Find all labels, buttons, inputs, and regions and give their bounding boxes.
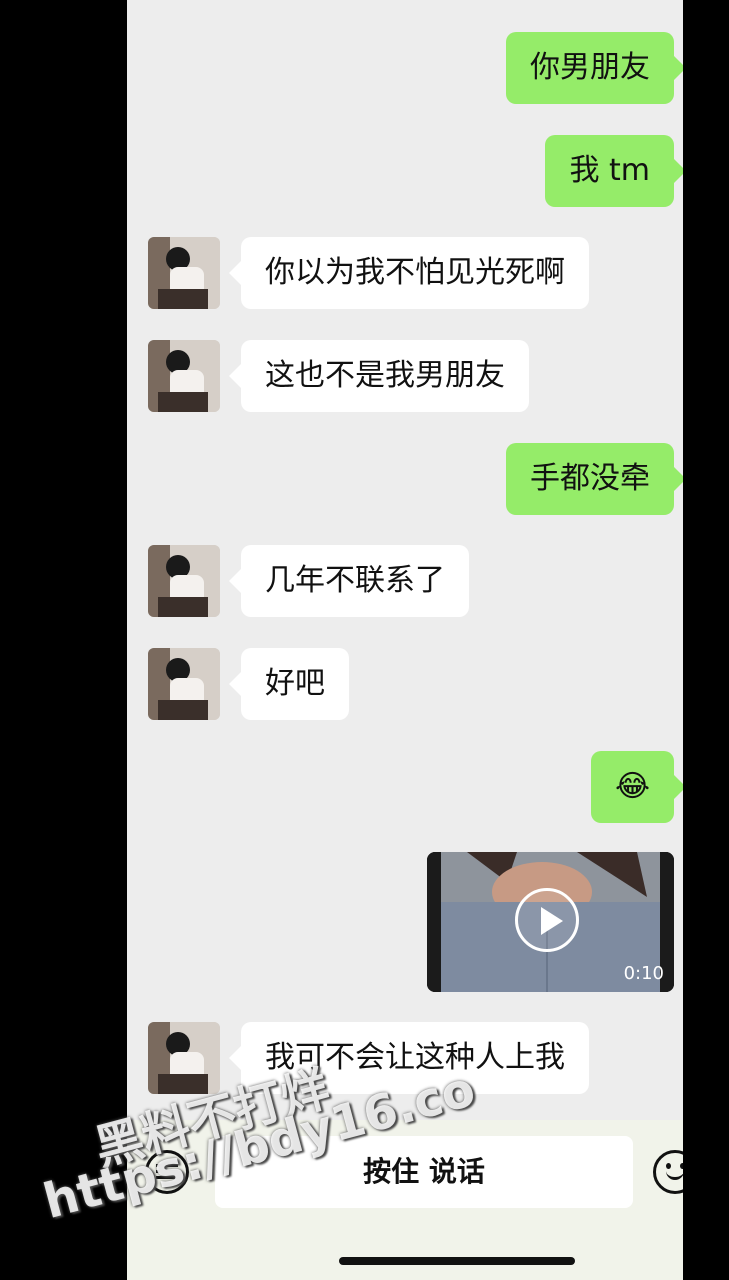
avatar[interactable]	[148, 648, 220, 720]
avatar[interactable]	[148, 237, 220, 309]
message-bubble-outgoing[interactable]: 手都没牵	[506, 443, 683, 515]
message-bubble-outgoing[interactable]: 我 tm	[545, 135, 683, 207]
home-indicator[interactable]	[339, 1257, 575, 1265]
video-message[interactable]: 0:10	[427, 852, 674, 992]
emoji-message-bubble[interactable]: 😂	[590, 751, 683, 823]
video-duration: 0:10	[623, 963, 664, 984]
message-bubble-incoming[interactable]: 几年不联系了	[229, 545, 469, 617]
message-bubble-incoming[interactable]: 好吧	[229, 648, 349, 720]
emoji-icon[interactable]	[653, 1150, 683, 1194]
play-icon[interactable]	[515, 888, 579, 952]
message-bubble-outgoing[interactable]: 你男朋友	[506, 32, 683, 104]
message-bubble-incoming[interactable]: 这也不是我男朋友	[229, 340, 529, 412]
avatar[interactable]	[148, 545, 220, 617]
avatar[interactable]	[148, 340, 220, 412]
message-bubble-incoming[interactable]: 你以为我不怕见光死啊	[229, 237, 589, 309]
